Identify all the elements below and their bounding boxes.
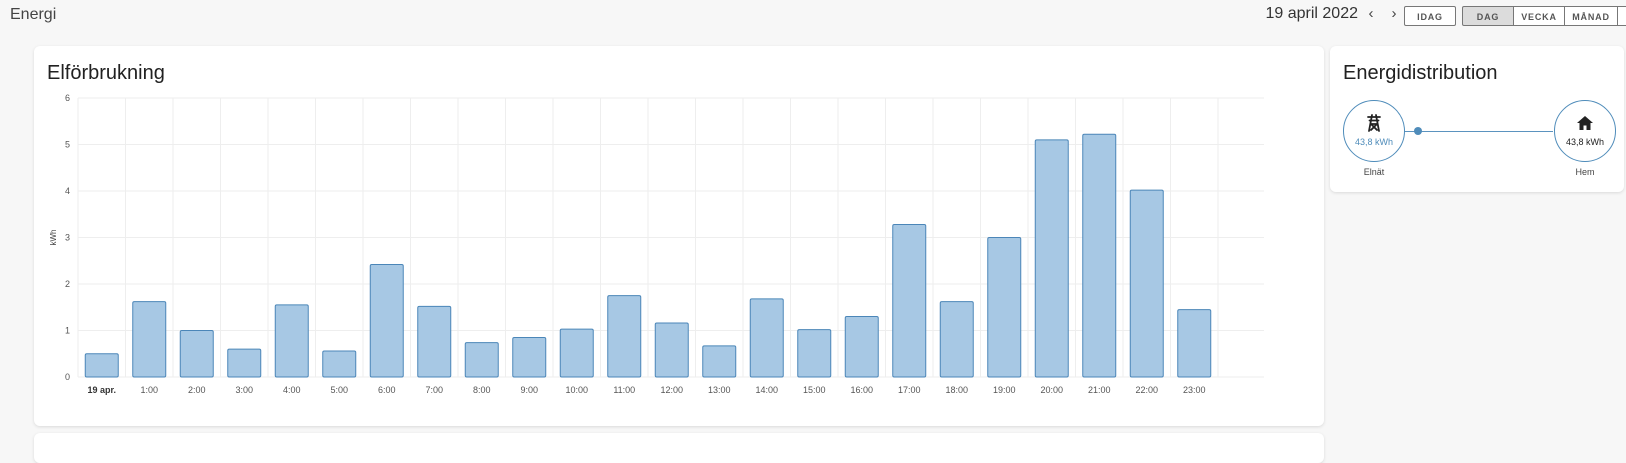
home-icon [1555,113,1615,133]
bar [987,237,1022,378]
x-tick-label: 9:00 [520,385,538,395]
bar [464,342,499,378]
x-tick-label: 12:00 [660,385,683,395]
x-tick-label: 5:00 [330,385,348,395]
bar [1034,139,1069,378]
home-label: Hem [1575,167,1595,177]
y-tick-label: 4 [65,186,70,196]
today-button[interactable]: IDAG [1404,6,1456,26]
period-week-button[interactable]: VECKA [1513,6,1565,26]
bar [322,350,357,378]
transmission-tower-icon [1344,113,1404,133]
bar [749,298,784,378]
bar [512,336,547,378]
x-tick-label: 1:00 [140,385,158,395]
bar [84,353,119,378]
bar [797,329,832,378]
home-value: 43,8 kWh [1565,137,1605,147]
chevron-left-icon[interactable]: ‹ [1363,5,1379,22]
x-tick-label: 22:00 [1135,385,1158,395]
x-tick-label: 18:00 [945,385,968,395]
x-tick-label: 2:00 [188,385,206,395]
consumption-chart: 0 1 2 3 4 5 6 kWh 19 apr. 1:00 2:00 3:00 4:00 5:00 6:0… [49,93,1264,395]
bar [892,223,927,378]
bar [132,301,167,378]
x-tick-label: 19 apr. [87,385,116,395]
bar [654,322,689,378]
x-tick-label: 15:00 [803,385,826,395]
x-tick-label: 6:00 [378,385,396,395]
date-label: 19 april 2022 [1265,5,1358,22]
y-tick-label: 6 [65,93,70,103]
y-tick-label: 1 [65,326,70,336]
y-tick-label: 5 [65,140,70,150]
grid-node[interactable]: 43,8 kWh [1343,100,1405,162]
bar [179,330,214,378]
x-tick-label: 11:00 [613,385,635,395]
bar [939,301,974,378]
y-tick-label: 0 [65,372,70,382]
x-tick-label: 16:00 [850,385,873,395]
x-tick-label: 20:00 [1040,385,1063,395]
bottom-card [34,433,1324,463]
period-day-button[interactable]: DAG [1462,6,1514,26]
x-tick-label: 4:00 [283,385,301,395]
y-tick-label: 2 [65,279,70,289]
bar [702,345,737,378]
x-tick-label: 17:00 [898,385,921,395]
x-tick-label: 8:00 [473,385,491,395]
bar [1129,189,1164,378]
bar [607,295,642,378]
period-month-button[interactable]: MÅNAD [1564,6,1618,26]
x-tick-label: 21:00 [1088,385,1111,395]
top-bar: Energi 19 april 2022 ‹ › IDAG DAG VECKA … [0,0,1626,34]
bar [559,328,594,378]
page-title: Energi [10,6,57,23]
bar [274,304,309,378]
bar [1177,309,1212,378]
x-tick-label: 14:00 [755,385,778,395]
y-axis-label: kWh [49,230,58,246]
flow-dot [1414,127,1422,135]
bar [1082,133,1117,378]
x-tick-label: 7:00 [425,385,443,395]
distribution-card: Energidistribution 43,8 kWh Elnät 43,8 k… [1330,46,1624,192]
x-tick-label: 10:00 [565,385,588,395]
chevron-right-icon[interactable]: › [1386,5,1402,22]
bar [844,316,879,378]
bar [369,263,404,378]
flow-line [1403,131,1553,132]
home-node[interactable]: 43,8 kWh [1554,100,1616,162]
period-more-button[interactable] [1617,6,1626,26]
x-tick-label: 23:00 [1183,385,1206,395]
x-tick-label: 13:00 [708,385,731,395]
x-tick-label: 19:00 [993,385,1016,395]
x-tick-label: 3:00 [235,385,253,395]
consumption-card: Elförbrukning 0 1 2 3 4 5 6 kWh 19 apr. 1:00 2:00 3… [34,46,1324,426]
bar [417,305,452,378]
grid-label: Elnät [1363,167,1385,177]
bar [227,348,262,378]
grid-value: 43,8 kWh [1354,137,1394,147]
y-tick-label: 3 [65,233,70,243]
distribution-card-title: Energidistribution [1343,62,1498,84]
